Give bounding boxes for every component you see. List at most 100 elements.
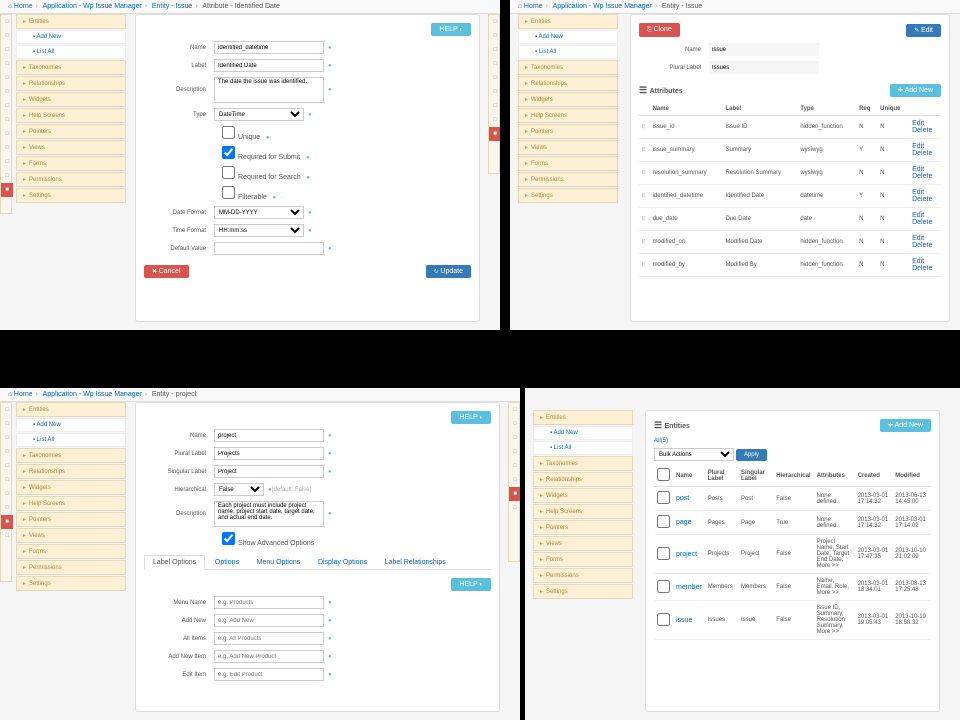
sidebar-section[interactable]: ▸Permissions [533,568,633,583]
drag-handle[interactable]: ⦙⦙ [639,185,650,208]
sidebar-section[interactable]: ▸Pointers [518,124,618,139]
sidebar-section[interactable]: ▸Help Screens [16,496,126,511]
sidebar-item[interactable]: ▪ Add New [533,426,633,440]
description-input[interactable]: Each project must include project name, … [214,501,324,527]
sidebar-section[interactable]: ▸Widgets [533,488,633,503]
sidebar-section[interactable]: ▸Settings [16,576,126,591]
sidebar-item[interactable]: ▪ List All [16,45,126,59]
delete-link[interactable]: Delete [912,196,932,203]
info-icon[interactable]: ● [328,63,332,69]
info-icon[interactable]: ● [306,175,310,181]
delete-link[interactable]: Delete [912,127,932,134]
sidebar-section[interactable]: ▸Relationships [16,464,126,479]
sidebar-section[interactable]: ▸Help Screens [518,108,618,123]
info-icon[interactable]: ● [306,155,310,161]
tab-label-relationships[interactable]: Label Relationships [377,556,454,569]
edit-link[interactable]: Edit [912,235,924,242]
sidebar-item[interactable]: ▪ List All [16,433,126,447]
delete-link[interactable]: Delete [912,265,932,272]
sidebar-item[interactable]: ▪ List All [533,441,633,455]
sidebar-section[interactable]: ▸Views [16,528,126,543]
edit-link[interactable]: Edit [912,212,924,219]
edit-link[interactable]: Edit [912,189,924,196]
sidebar-section[interactable]: ▸Permissions [16,560,126,575]
timeformat-select[interactable]: HH:mm:ss [214,224,304,237]
addnew-input[interactable] [214,614,324,627]
sidebar-section[interactable]: ▸Forms [533,552,633,567]
drag-handle[interactable]: ⦙⦙ [639,162,650,185]
delete-link[interactable]: Delete [912,242,932,249]
required-search-checkbox[interactable] [222,166,235,179]
tab-menu-options[interactable]: Menu Options [249,556,309,569]
sidebar-section[interactable]: ▸Views [16,140,126,155]
info-icon[interactable]: ● [308,228,312,234]
sidebar-section[interactable]: ▸Taxonomies [16,448,126,463]
description-input[interactable]: The date the issue was identified. [214,77,324,103]
edit-link[interactable]: Edit [912,120,924,127]
sidebar-section[interactable]: ▸Help Screens [533,504,633,519]
sidebar-section[interactable]: ▸Relationships [533,472,633,487]
sidebar-section[interactable]: ▸Views [518,140,618,155]
tab-display-options[interactable]: Display Options [310,556,375,569]
sidebar-section[interactable]: ▸Pointers [533,520,633,535]
label-input[interactable] [214,59,324,72]
delete-link[interactable]: Delete [912,150,932,157]
edit-link[interactable]: Edit [912,166,924,173]
sidebar-section[interactable]: ▸Pointers [16,124,126,139]
default-value-input[interactable] [214,242,324,255]
sidebar-section[interactable]: ▸Permissions [518,172,618,187]
sidebar-section[interactable]: ▸Entities [533,410,633,425]
delete-link[interactable]: Delete [912,219,932,226]
info-icon[interactable]: ● [272,195,276,201]
tab-options[interactable]: Options [207,556,247,569]
crumb-link[interactable]: Entity - Issue [152,3,192,10]
singular-input[interactable] [214,465,324,478]
edit-button[interactable]: ✎ Edit [906,24,941,37]
crumb-link[interactable]: Application - Wp Issue Manager [43,391,142,398]
sidebar-section[interactable]: ▸Entities [518,14,618,29]
sidebar-section[interactable]: ▸Forms [518,156,618,171]
all-items-input[interactable] [214,632,324,645]
info-icon[interactable]: ● [328,451,332,457]
sidebar-section[interactable]: ▸Widgets [518,92,618,107]
drag-handle[interactable]: ⦙⦙ [639,231,650,254]
sidebar-section[interactable]: ▸Settings [533,584,633,599]
info-icon[interactable]: ● [328,636,332,642]
sidebar-section[interactable]: ▸Widgets [16,480,126,495]
sidebar-section[interactable]: ▸Taxonomies [518,60,618,75]
info-icon[interactable]: ● [328,246,332,252]
filterable-checkbox[interactable] [222,186,235,199]
row-checkbox[interactable] [657,547,670,560]
sidebar-item[interactable]: ▪ Add New [16,418,126,432]
info-icon[interactable]: ● [266,135,270,141]
filter-count[interactable]: All(5) [654,438,931,444]
drag-handle[interactable]: ⦙⦙ [639,139,650,162]
entity-link[interactable]: page [676,519,692,526]
edit-link[interactable]: Edit [912,143,924,150]
sidebar-item[interactable]: ▪ Add New [16,30,126,44]
crumb-link[interactable]: Application - Wp Issue Manager [553,3,652,10]
entity-link[interactable]: post [676,495,689,502]
sidebar-section[interactable]: ▸Forms [16,544,126,559]
drag-handle[interactable]: ⦙⦙ [639,208,650,231]
add-new-item-input[interactable] [214,650,324,663]
sidebar-section[interactable]: ▸Relationships [16,76,126,91]
sidebar-section[interactable]: ▸Forms [16,156,126,171]
cancel-button[interactable]: ✖ Cancel [144,265,189,278]
info-icon[interactable]: ● [328,511,332,517]
apply-button[interactable]: Apply [736,449,767,461]
entity-link[interactable]: issue [676,617,692,624]
sidebar-section[interactable]: ▸Relationships [518,76,618,91]
name-input[interactable] [214,429,324,442]
info-icon[interactable]: ● [328,600,332,606]
hierarchical-select[interactable]: False [214,483,264,496]
info-icon[interactable]: ● [308,112,312,118]
entity-link[interactable]: member [676,584,702,591]
info-icon[interactable]: ● [328,469,332,475]
crumb-link[interactable]: Home [524,3,543,10]
sidebar-section[interactable]: ▸Taxonomies [16,60,126,75]
info-icon[interactable]: ● [328,654,332,660]
bulk-actions-select[interactable]: Bulk Actions [654,448,734,461]
info-icon[interactable]: ● [328,618,332,624]
drag-handle[interactable]: ⦙⦙ [639,116,650,139]
